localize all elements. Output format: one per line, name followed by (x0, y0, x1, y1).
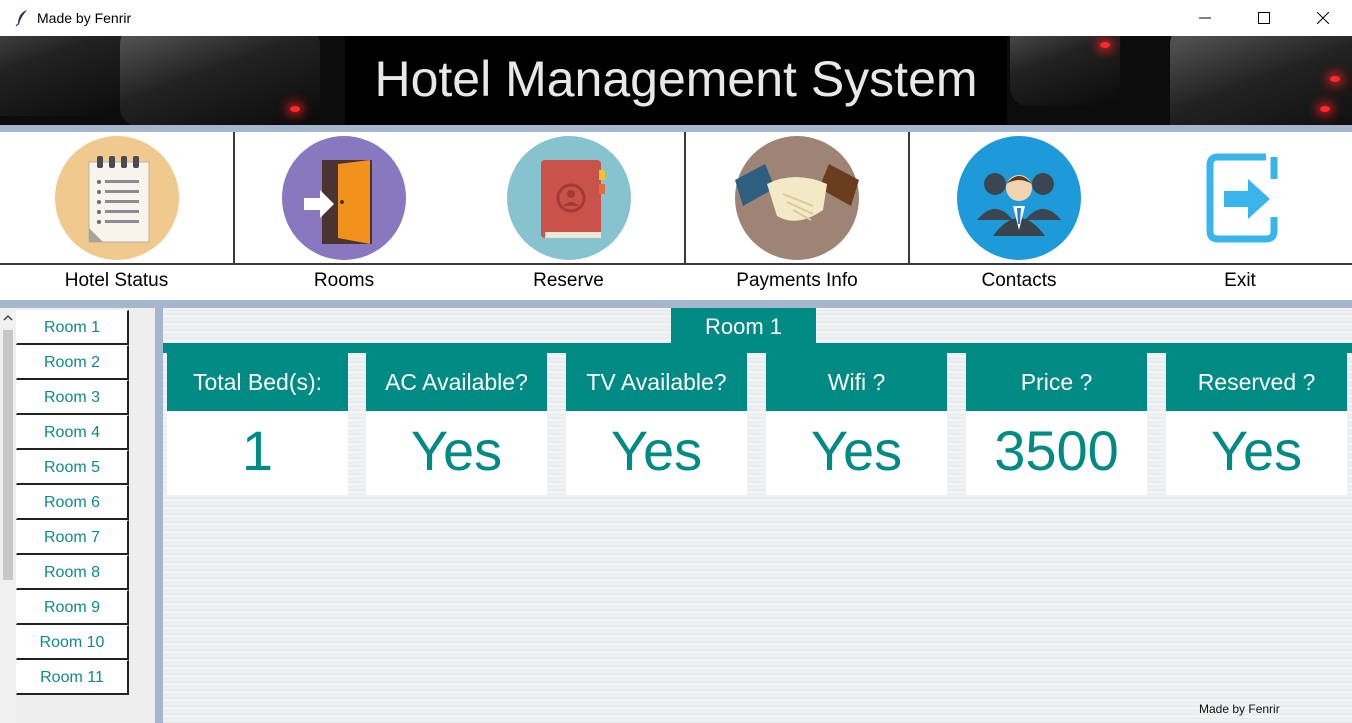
maximize-button[interactable] (1234, 0, 1293, 36)
scrollbar-thumb[interactable] (3, 330, 13, 580)
chevron-up-icon[interactable] (2, 312, 14, 324)
hotel-status-label: Hotel Status (64, 270, 169, 291)
room-6-button[interactable]: Room 6 (16, 485, 129, 520)
ac-available-card: AC Available? Yes (366, 353, 547, 495)
wifi-card: Wifi ? Yes (766, 353, 947, 495)
header-separator (0, 125, 1352, 132)
price-card: Price ? 3500 (966, 353, 1147, 495)
rooms-label: Rooms (313, 270, 375, 291)
details-header-bar (163, 343, 1352, 353)
main-area: Room 1 Room 2 Room 3 Room 4 Room 5 Room … (0, 308, 1352, 723)
notepad-icon (54, 135, 179, 260)
app-heading: Hotel Management System (345, 36, 1007, 125)
exit-label: Exit (1224, 270, 1256, 291)
window-title: Made by Fenrir (37, 10, 132, 26)
sidebar-scrollbar[interactable] (0, 308, 16, 723)
room-9-button[interactable]: Room 9 (16, 590, 129, 625)
wifi-value: Yes (766, 411, 947, 495)
room-title-tab: Room 1 (671, 308, 816, 344)
price-label: Price ? (966, 353, 1147, 411)
reserved-value: Yes (1166, 411, 1347, 495)
ac-available-value: Yes (366, 411, 547, 495)
room-list: Room 1 Room 2 Room 3 Room 4 Room 5 Room … (16, 310, 130, 695)
minimize-button[interactable] (1175, 0, 1234, 36)
reserve-label: Reserve (533, 270, 604, 291)
total-beds-label: Total Bed(s): (167, 353, 348, 411)
room-2-button[interactable]: Room 2 (16, 345, 129, 380)
toolbar-label-divider (0, 263, 1352, 265)
room-3-button[interactable]: Room 3 (16, 380, 129, 415)
tv-available-label: TV Available? (566, 353, 747, 411)
window-controls (1175, 0, 1352, 36)
room-details-panel: Room 1 Total Bed(s): 1 AC Available? Yes… (163, 308, 1352, 723)
tv-available-value: Yes (566, 411, 747, 495)
sidebar-divider (155, 308, 163, 723)
maximize-icon (1257, 12, 1270, 24)
feather-icon (15, 10, 27, 27)
exit-button[interactable]: Exit (1128, 132, 1352, 300)
total-beds-card: Total Bed(s): 1 (167, 353, 348, 495)
footer-credit: Made by Fenrir (1199, 702, 1280, 716)
total-beds-value: 1 (167, 411, 348, 495)
ac-available-label: AC Available? (366, 353, 547, 411)
room-10-button[interactable]: Room 10 (16, 625, 129, 660)
contacts-label: Contacts (981, 270, 1057, 291)
header-banner: Hotel Management System (0, 36, 1352, 125)
people-icon (957, 135, 1081, 260)
room-7-button[interactable]: Room 7 (16, 520, 129, 555)
payments-info-label: Payments Info (736, 270, 858, 291)
toolbar-divider (233, 132, 235, 263)
room-1-button[interactable]: Room 1 (16, 310, 129, 345)
address-book-icon (506, 135, 631, 260)
toolbar-separator (0, 300, 1352, 308)
close-icon (1316, 12, 1329, 24)
toolbar-divider (908, 132, 910, 263)
window-titlebar: Made by Fenrir (0, 0, 1352, 36)
price-value: 3500 (966, 411, 1147, 495)
reserved-card: Reserved ? Yes (1166, 353, 1347, 495)
main-toolbar: Hotel Status Rooms Reserve Payments Info… (0, 132, 1352, 300)
room-11-button[interactable]: Room 11 (16, 660, 129, 695)
exit-icon (1206, 153, 1278, 242)
minimize-icon (1198, 17, 1211, 19)
door-enter-icon (282, 135, 406, 260)
payments-info-button[interactable]: Payments Info (686, 132, 908, 300)
contacts-button[interactable]: Contacts (910, 132, 1128, 300)
handshake-icon (735, 135, 859, 260)
hotel-status-button[interactable]: Hotel Status (0, 132, 233, 300)
rooms-button[interactable]: Rooms (235, 132, 453, 300)
reserve-button[interactable]: Reserve (453, 132, 684, 300)
room-5-button[interactable]: Room 5 (16, 450, 129, 485)
wifi-label: Wifi ? (766, 353, 947, 411)
room-8-button[interactable]: Room 8 (16, 555, 129, 590)
reserved-label: Reserved ? (1166, 353, 1347, 411)
close-button[interactable] (1293, 0, 1352, 36)
toolbar-divider (684, 132, 686, 263)
room-4-button[interactable]: Room 4 (16, 415, 129, 450)
tv-available-card: TV Available? Yes (566, 353, 747, 495)
